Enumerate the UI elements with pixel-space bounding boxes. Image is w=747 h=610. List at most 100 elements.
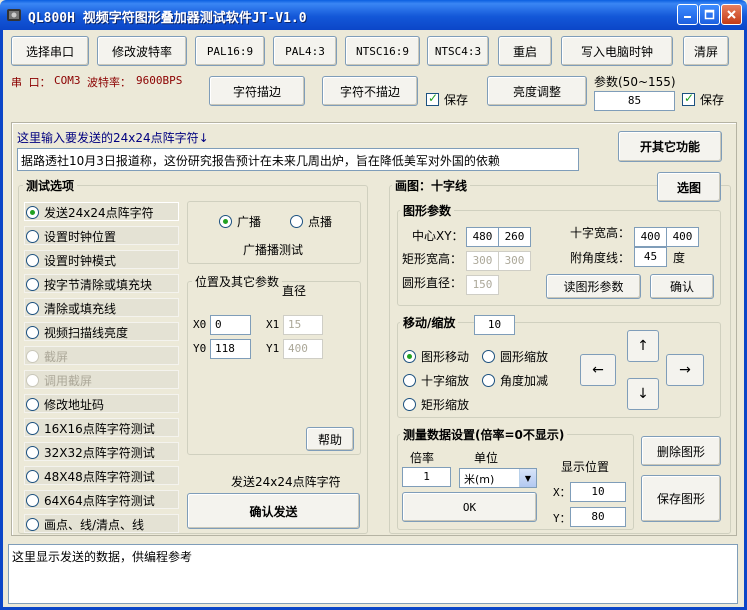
help-button[interactable]: 帮助 <box>306 427 354 451</box>
test-option-label: 清除或填充线 <box>44 302 117 316</box>
x0-input[interactable]: 0 <box>210 315 251 335</box>
cross-zoom-radio[interactable]: 十字缩放 <box>403 372 469 389</box>
circle-diameter-input[interactable]: 150 <box>466 275 499 295</box>
baud-value: 9600BPS <box>136 74 183 87</box>
x0-label: X0 <box>193 318 207 331</box>
clear-screen-button[interactable]: 清屏 <box>683 36 729 66</box>
angle-input[interactable]: 45 <box>634 247 667 267</box>
radio-dot <box>26 470 39 483</box>
y1-input[interactable]: 400 <box>283 339 323 359</box>
radio-dot <box>26 350 39 363</box>
select-shape-button[interactable]: 选图 <box>657 172 721 202</box>
test-option-radio[interactable]: 64X64点阵字符测试 <box>26 492 155 509</box>
test-option-radio[interactable]: 画点、线/清点、线 <box>26 516 144 533</box>
rect-h-input[interactable]: 300 <box>498 251 531 271</box>
brightness-button[interactable]: 亮度调整 <box>487 76 587 106</box>
x-pos-input[interactable]: 10 <box>570 482 626 502</box>
rect-zoom-radio[interactable]: 矩形缩放 <box>403 396 469 413</box>
window-frame-left <box>0 30 3 610</box>
point-cast-label: 点播 <box>308 215 333 229</box>
measure-ok-button[interactable]: OK <box>402 492 537 522</box>
save-outline-checkbox[interactable]: 保存 <box>426 91 468 108</box>
circle-zoom-radio[interactable]: 圆形缩放 <box>482 348 548 365</box>
checkbox-box <box>426 91 439 106</box>
ntsc4-3-button[interactable]: NTSC4:3 <box>427 36 489 66</box>
change-baud-button[interactable]: 修改波特率 <box>97 36 187 66</box>
port-label: 串 口： <box>11 76 51 89</box>
param-label: 参数(50~155) <box>594 75 676 89</box>
angle-inc-radio[interactable]: 角度加减 <box>482 372 548 389</box>
arrow-up-button[interactable]: ↑ <box>627 330 659 362</box>
delete-shape-button[interactable]: 删除图形 <box>641 436 721 466</box>
pal16-9-button[interactable]: PAL16:9 <box>195 36 265 66</box>
restart-button[interactable]: 重启 <box>498 36 552 66</box>
read-params-button[interactable]: 读图形参数 <box>546 274 641 299</box>
arrow-up-icon: ↑ <box>637 338 649 354</box>
shape-move-radio[interactable]: 图形移动 <box>403 348 469 365</box>
output-textarea[interactable]: 这里显示发送的数据，供编程参考 <box>8 544 738 604</box>
y-pos-input[interactable]: 80 <box>570 507 626 527</box>
close-button[interactable] <box>721 4 742 25</box>
test-option-radio[interactable]: 设置时钟位置 <box>26 228 116 245</box>
chevron-down-icon: ▼ <box>519 469 536 487</box>
center-x-input[interactable]: 480 <box>466 227 499 247</box>
unit-select[interactable]: 米(m) ▼ <box>459 468 537 488</box>
y0-label: Y0 <box>193 342 207 355</box>
arrow-down-button[interactable]: ↓ <box>627 378 659 410</box>
test-option-radio[interactable]: 16X16点阵字符测试 <box>26 420 155 437</box>
radio-dot <box>219 215 232 228</box>
test-option-radio[interactable]: 修改地址码 <box>26 396 104 413</box>
test-option-radio[interactable]: 清除或填充线 <box>26 300 116 317</box>
ntsc16-9-button[interactable]: NTSC16:9 <box>345 36 420 66</box>
test-option-label: 48X48点阵字符测试 <box>44 470 155 484</box>
pal4-3-button[interactable]: PAL4:3 <box>273 36 337 66</box>
port-value: COM3 <box>54 74 81 87</box>
send-type-label: 发送24x24点阵字符 <box>231 475 341 489</box>
center-y-input[interactable]: 260 <box>498 227 531 247</box>
broadcast-test-label: 广播播测试 <box>243 243 304 257</box>
radio-dot <box>482 350 495 363</box>
arrow-left-icon: ← <box>592 362 604 378</box>
other-functions-button[interactable]: 开其它功能 <box>618 131 722 162</box>
test-option-label: 修改地址码 <box>44 398 105 412</box>
select-port-button[interactable]: 选择串口 <box>11 36 89 66</box>
write-clock-button[interactable]: 写入电脑时钟 <box>561 36 673 66</box>
test-option-radio[interactable]: 设置时钟模式 <box>26 252 116 269</box>
rect-w-input[interactable]: 300 <box>466 251 499 271</box>
arrow-left-button[interactable]: ← <box>580 354 616 386</box>
cross-h-input[interactable]: 400 <box>666 227 699 247</box>
test-option-label: 32X32点阵字符测试 <box>44 446 155 460</box>
broadcast-radio[interactable]: 广播 <box>219 213 261 230</box>
confirm-params-button[interactable]: 确认 <box>650 274 714 299</box>
display-pos-label: 显示位置 <box>561 460 610 474</box>
param-input[interactable]: 85 <box>594 91 675 111</box>
radio-dot <box>26 302 39 315</box>
save-param-checkbox[interactable]: 保存 <box>682 91 724 108</box>
char-no-outline-button[interactable]: 字符不描边 <box>322 76 418 106</box>
minimize-button[interactable] <box>677 4 698 25</box>
test-option-radio[interactable]: 调用截屏 <box>26 372 92 389</box>
move-step-input[interactable]: 10 <box>474 315 515 335</box>
circle-zoom-label: 圆形缩放 <box>500 350 549 364</box>
confirm-send-button[interactable]: 确认发送 <box>187 493 360 529</box>
maximize-icon <box>704 9 715 20</box>
y0-input[interactable]: 118 <box>210 339 251 359</box>
char-input[interactable]: 据路透社10月3日报道称，这份研究报告预计在未来几周出炉，旨在降低美军对外国的依… <box>17 148 579 171</box>
test-option-radio[interactable]: 发送24x24点阵字符 <box>26 204 154 221</box>
test-option-radio[interactable]: 视频扫描线亮度 <box>26 324 128 341</box>
test-option-radio[interactable]: 截屏 <box>26 348 68 365</box>
x1-input[interactable]: 15 <box>283 315 323 335</box>
test-option-radio[interactable]: 32X32点阵字符测试 <box>26 444 155 461</box>
test-option-radio[interactable]: 48X48点阵字符测试 <box>26 468 155 485</box>
test-option-radio[interactable]: 按字节清除或填充块 <box>26 276 152 293</box>
cross-w-input[interactable]: 400 <box>634 227 667 247</box>
test-option-label: 64X64点阵字符测试 <box>44 494 155 508</box>
point-cast-radio[interactable]: 点播 <box>290 213 332 230</box>
maximize-button[interactable] <box>699 4 720 25</box>
ratio-input[interactable]: 1 <box>402 467 451 487</box>
arrow-right-button[interactable]: → <box>666 354 704 386</box>
save-shape-button[interactable]: 保存图形 <box>641 475 721 522</box>
save-outline-label: 保存 <box>444 93 469 107</box>
char-outline-button[interactable]: 字符描边 <box>209 76 305 106</box>
circle-diameter-label: 圆形直径： <box>402 276 463 290</box>
